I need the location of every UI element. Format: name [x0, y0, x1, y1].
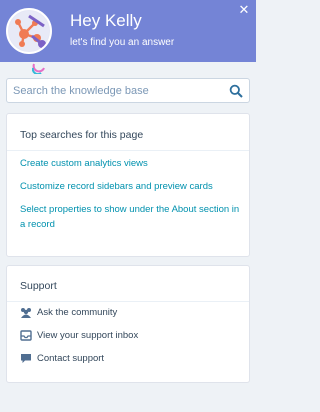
support-item-label: Contact support — [37, 353, 105, 364]
top-searches-title: Top searches for this page — [20, 129, 144, 141]
avatar — [6, 8, 52, 54]
search-icon[interactable] — [229, 84, 243, 98]
community-icon — [21, 308, 31, 318]
greeting-subtitle: let's find you an answer — [70, 37, 175, 48]
chat-icon — [21, 354, 31, 363]
greeting-title: Hey Kelly — [70, 11, 142, 30]
top-search-link[interactable]: Customize record sidebars and preview ca… — [20, 179, 240, 194]
knowledge-base-search — [6, 78, 250, 103]
top-searches-card: Top searches for this page Create custom… — [6, 113, 250, 257]
top-search-link[interactable]: Select properties to show under the Abou… — [20, 202, 240, 232]
support-item-label: Ask the community — [37, 307, 118, 318]
inbox-icon — [20, 330, 32, 341]
help-header: Hey Kelly let's find you an answer ✕ — [0, 0, 256, 62]
divider — [7, 301, 249, 302]
close-icon[interactable]: ✕ — [236, 2, 252, 18]
decorative-arc-icon — [32, 63, 45, 74]
support-card: Support Ask the community View your supp… — [6, 265, 250, 383]
top-search-link[interactable]: Create custom analytics views — [20, 156, 240, 171]
search-input[interactable] — [13, 79, 223, 102]
support-item-label: View your support inbox — [37, 330, 139, 341]
hubspot-sprocket-icon — [9, 11, 49, 51]
support-title: Support — [20, 280, 57, 292]
divider — [7, 150, 249, 151]
